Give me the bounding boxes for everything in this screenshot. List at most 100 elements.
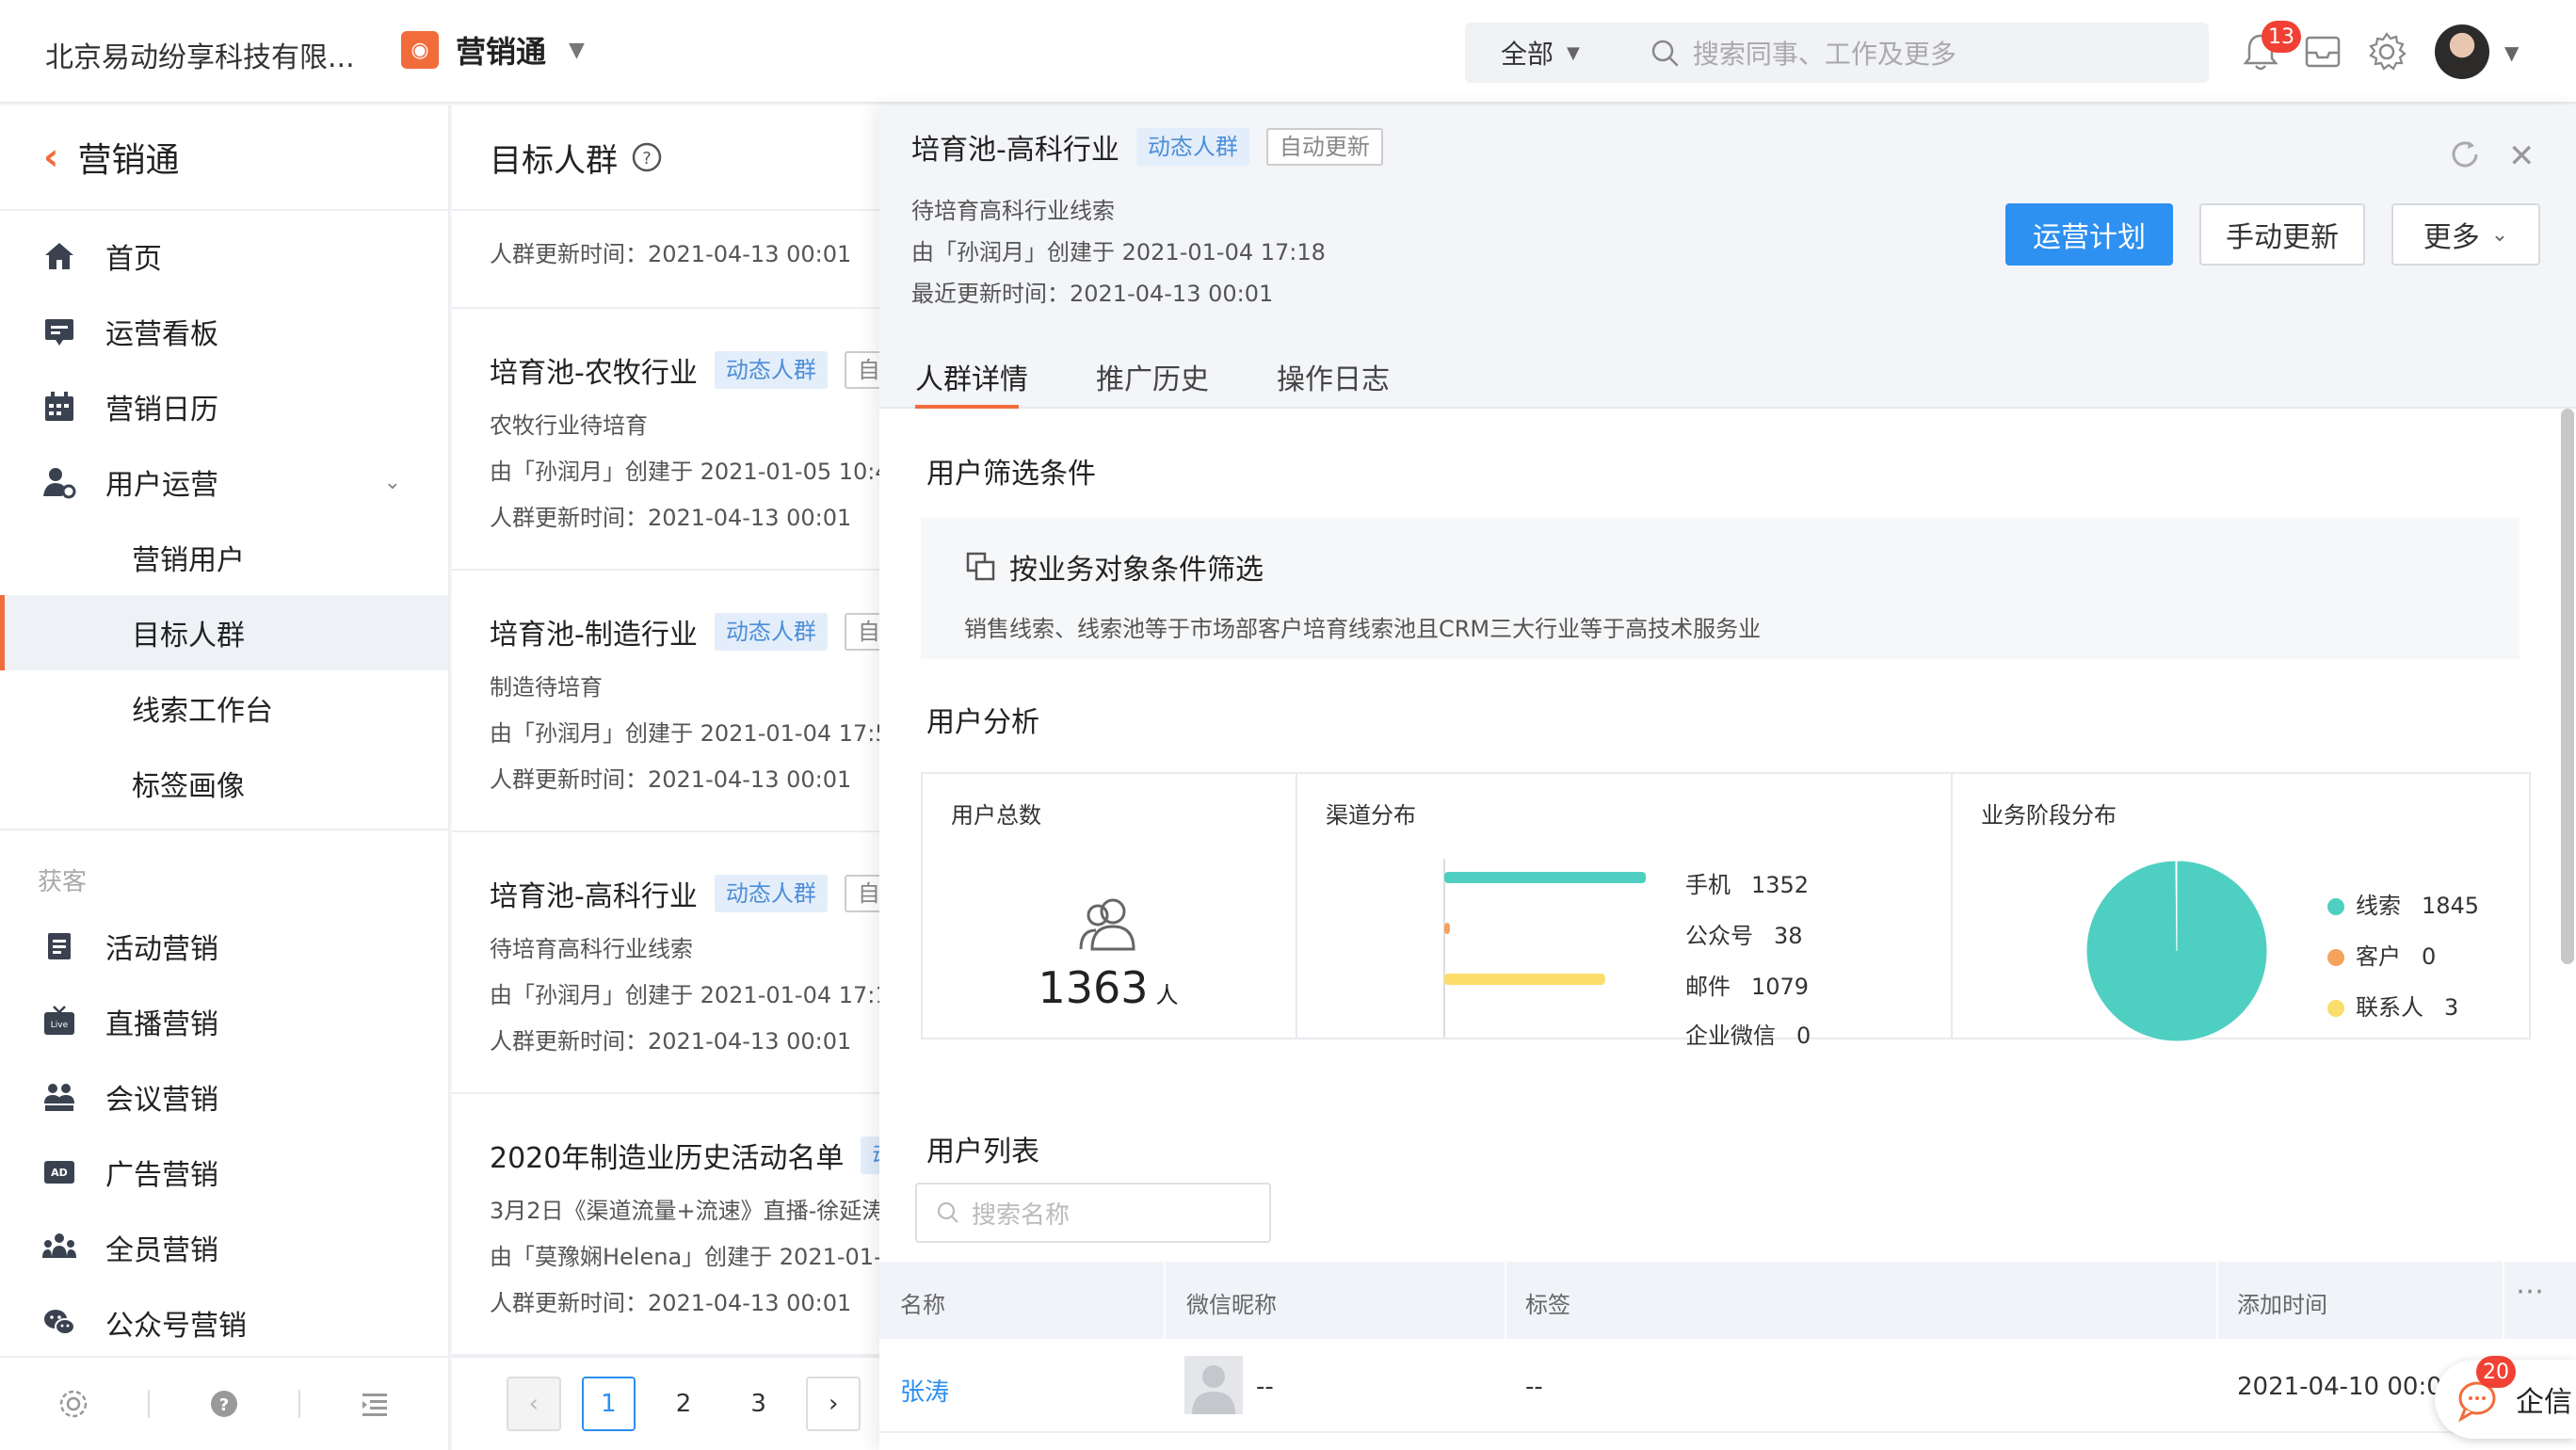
user-total-value: 1363 人 xyxy=(923,962,1294,1013)
active-tab-indicator xyxy=(915,405,1019,409)
column-header[interactable]: 标签 xyxy=(1525,1286,1570,1319)
more-button[interactable]: 更多 ⌄ xyxy=(2391,203,2540,266)
chevron-down-icon[interactable]: ▼ xyxy=(2504,41,2519,64)
user-avatar[interactable] xyxy=(2435,24,2489,79)
wechat-nickname: -- xyxy=(1256,1373,1274,1401)
divider xyxy=(2216,1262,2218,1339)
close-icon[interactable]: ✕ xyxy=(2508,137,2536,175)
stage-legend-item: 联系人 3 xyxy=(2327,989,2458,1022)
table-row[interactable]: 张涛 -- -- 2021-04-10 00:00 xyxy=(879,1339,2576,1433)
sidebar-header[interactable]: ‹ 营销通 xyxy=(0,105,448,211)
sidebar-item-user-ops[interactable]: 用户运营 ⌄ xyxy=(0,444,448,520)
inbox-icon[interactable] xyxy=(2301,30,2344,73)
card-label: 业务阶段分布 xyxy=(1981,802,2117,829)
tag-auto-update: 自动更新 xyxy=(1265,128,1383,166)
card-updated: 人群更新时间：2021-04-13 00:01 xyxy=(490,766,852,793)
sidebar-item-meeting-marketing[interactable]: 会议营销 xyxy=(0,1059,448,1135)
legend-value: 1845 xyxy=(2422,893,2480,919)
qixin-chat-button[interactable]: 20 企信 xyxy=(2435,1356,2576,1439)
gear-icon[interactable] xyxy=(57,1388,89,1420)
sidebar-item-tag-profile[interactable]: 标签画像 xyxy=(0,746,448,821)
page-button[interactable]: 2 xyxy=(656,1390,711,1418)
list-item[interactable]: 培育池-农牧行业动态人群自动更新 农牧行业待培育 由「孙润月」创建于 2021-… xyxy=(452,309,881,571)
column-header[interactable]: 添加时间 xyxy=(2237,1286,2327,1319)
filter-description: 销售线索、线索池等于市场部客户培育线索池且CRM三大行业等于高技术服务业 xyxy=(964,616,1762,642)
sidebar-item-label: 全员营销 xyxy=(105,1234,218,1267)
tab-promotion-history[interactable]: 推广历史 xyxy=(1096,356,1209,397)
global-search[interactable]: 全部 ▼ 搜索同事、工作及更多 xyxy=(1465,23,2209,83)
scrollbar[interactable] xyxy=(2561,409,2574,964)
copy-icon xyxy=(966,552,995,581)
sidebar-item-live-marketing[interactable]: Live 直播营销 xyxy=(0,984,448,1059)
user-analysis-grid: 用户总数 1363 人 渠道分布 手机 1352 公众号 38 邮件 1079 企业微信… xyxy=(921,772,2531,1049)
sidebar-item-ad-marketing[interactable]: AD 广告营销 xyxy=(0,1135,448,1210)
card-creator: 由「孙润月」创建于 2021-01-05 10:44 xyxy=(490,459,881,485)
filter-condition-box: 按业务对象条件筛选 销售线索、线索池等于市场部客户培育线索池且CRM三大行业等于… xyxy=(921,518,2520,659)
channel-distribution-card: 渠道分布 手机 1352 公众号 38 邮件 1079 企业微信 0 xyxy=(1296,774,1951,1049)
next-page-button[interactable]: › xyxy=(806,1377,861,1431)
bar-0 xyxy=(1444,872,1646,883)
stage-pie-chart xyxy=(2085,860,2268,1042)
chevron-down-icon[interactable]: ⌄ xyxy=(384,471,401,494)
card-label: 用户总数 xyxy=(951,802,1041,829)
divider xyxy=(1505,1262,1506,1339)
app-logo-icon: ◉ xyxy=(401,31,439,69)
user-table-header: 名称 微信昵称 标签 添加时间 ⋯ xyxy=(879,1262,2576,1339)
card-creator: 由「孙润月」创建于 2021-01-04 17:50 xyxy=(490,720,881,747)
sidebar-item-target-audience[interactable]: 目标人群 xyxy=(0,595,448,670)
more-columns-icon[interactable]: ⋯ xyxy=(2516,1275,2544,1308)
company-name[interactable]: 北京易动纷享科技有限... xyxy=(45,34,355,75)
user-name-link[interactable]: 张涛 xyxy=(900,1373,949,1408)
list-item[interactable]: 培育池-制造行业动态人群自动更新 制造待培育 由「孙润月」创建于 2021-01… xyxy=(452,571,881,832)
list-item[interactable]: 2020年制造业历史活动名单动态人群 3月2日《渠道流量+流速》直播-徐延涛 由… xyxy=(452,1094,881,1356)
page-button[interactable]: 3 xyxy=(732,1390,786,1418)
help-icon[interactable]: ? xyxy=(208,1388,240,1420)
list-item[interactable]: 培育池-高科行业动态人群自动更新 待培育高科行业线索 由「孙润月」创建于 202… xyxy=(452,832,881,1094)
sidebar-item-label: 首页 xyxy=(105,243,162,276)
sidebar-item-label: 营销日历 xyxy=(105,394,218,427)
detail-title: 培育池-高科行业 xyxy=(911,134,1119,167)
tag-dynamic: 动态人群 xyxy=(714,613,828,651)
list-header: 目标人群 ? xyxy=(452,105,881,211)
card-desc: 3月2日《渠道流量+流速》直播-徐延涛 xyxy=(490,1198,881,1224)
legend-value: 3 xyxy=(2444,994,2459,1021)
tab-operation-log[interactable]: 操作日志 xyxy=(1277,356,1390,397)
help-icon[interactable]: ? xyxy=(631,141,663,173)
sidebar-item-home[interactable]: 首页 xyxy=(0,218,448,294)
page-button[interactable]: 1 xyxy=(581,1377,636,1431)
collapse-menu-icon[interactable] xyxy=(359,1388,391,1420)
column-header[interactable]: 名称 xyxy=(900,1286,945,1319)
divider xyxy=(148,1390,150,1418)
detail-panel: 培育池-高科行业 动态人群 自动更新 待培育高科行业线索 由「孙润月」创建于 2… xyxy=(879,105,2576,1450)
sidebar-item-label: 活动营销 xyxy=(105,933,218,966)
refresh-icon[interactable] xyxy=(2448,137,2482,171)
chevron-down-icon: ▼ xyxy=(1567,42,1580,63)
user-total-card: 用户总数 1363 人 xyxy=(923,774,1296,1038)
app-switcher[interactable]: ◉ 营销通 ▼ xyxy=(401,28,585,72)
sidebar-item-lead-workbench[interactable]: 线索工作台 xyxy=(0,670,448,746)
channel-legend-item: 企业微信 0 xyxy=(1685,1017,1811,1050)
sidebar-item-label: 营销用户 xyxy=(132,544,245,577)
sidebar-item-event-marketing[interactable]: 活动营销 xyxy=(0,909,448,984)
search-scope[interactable]: 全部 xyxy=(1465,34,1554,72)
column-header[interactable]: 微信昵称 xyxy=(1186,1286,1277,1319)
gear-icon[interactable] xyxy=(2365,30,2408,73)
list-item[interactable]: 人群更新时间：2021-04-13 00:01 xyxy=(452,211,881,309)
search-input[interactable]: 搜索同事、工作及更多 xyxy=(1693,34,1956,72)
live-icon: Live xyxy=(44,1006,74,1035)
sidebar-item-wechat-marketing[interactable]: 公众号营销 xyxy=(0,1285,448,1361)
back-chevron-icon[interactable]: ‹ xyxy=(43,136,58,179)
channel-legend-item: 手机 1352 xyxy=(1685,866,1809,899)
sidebar-item-all-staff-marketing[interactable]: 全员营销 xyxy=(0,1210,448,1285)
sidebar-item-marketing-users[interactable]: 营销用户 xyxy=(0,520,448,595)
sidebar-item-calendar[interactable]: 营销日历 xyxy=(0,369,448,444)
operation-plan-button[interactable]: 运营计划 xyxy=(2005,203,2173,266)
sidebar-item-dashboard[interactable]: 运营看板 xyxy=(0,294,448,369)
user-list-search-input[interactable]: 搜索名称 xyxy=(915,1183,1271,1243)
tab-audience-detail[interactable]: 人群详情 xyxy=(915,356,1028,397)
page-title: 目标人群 xyxy=(490,141,618,180)
total-unit: 人 xyxy=(1155,982,1179,1008)
prev-page-button[interactable]: ‹ xyxy=(507,1377,561,1431)
card-updated: 人群更新时间：2021-04-13 00:01 xyxy=(490,1290,852,1316)
manual-update-button[interactable]: 手动更新 xyxy=(2199,203,2365,266)
